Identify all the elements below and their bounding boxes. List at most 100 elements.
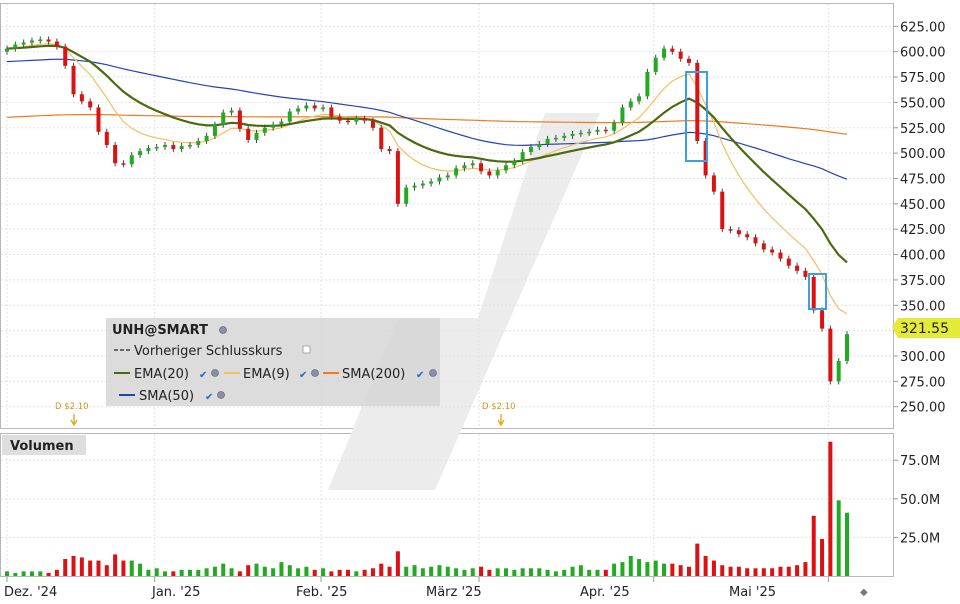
volume-bar	[121, 560, 126, 576]
candle-body	[196, 140, 201, 145]
volume-bar	[562, 569, 567, 576]
candle-body	[146, 148, 151, 152]
date-tick-label: Feb. '25	[296, 585, 347, 600]
dividend-label: D $2.10	[55, 402, 89, 412]
price-tick-label: 400.00	[900, 249, 946, 264]
volume-bar	[836, 500, 841, 576]
candle-body	[54, 41, 59, 47]
volume-bar	[803, 562, 808, 576]
volume-tick-label: 75.0M	[900, 454, 940, 469]
volume-bar	[370, 568, 375, 576]
candle-body	[221, 112, 226, 125]
price-tick-label: 550.00	[900, 96, 946, 111]
volume-bar	[637, 559, 642, 576]
price-tick-label: 575.00	[900, 71, 946, 86]
volume-bar	[778, 566, 783, 576]
candle-body	[262, 127, 267, 133]
price-tick-label: 250.00	[900, 401, 946, 416]
settings-icon[interactable]	[217, 391, 225, 399]
check-icon[interactable]: ✔	[205, 392, 213, 403]
price-tick-label: 600.00	[900, 46, 946, 61]
stock-chart: 625.00 600.00 575.00 550.00 525.00 500.00 475.…	[0, 3, 960, 600]
volume-bar	[329, 571, 334, 576]
volume-bar	[138, 563, 143, 576]
volume-bar	[187, 569, 192, 576]
candle-body	[5, 48, 9, 52]
volume-bar	[420, 568, 425, 576]
toggle-icon[interactable]	[302, 345, 311, 354]
candle-body	[437, 177, 442, 182]
candle-body	[279, 121, 284, 125]
candle-body	[287, 111, 292, 122]
volume-bar	[653, 560, 658, 576]
volume-bar	[246, 565, 251, 576]
candle-body	[778, 252, 783, 259]
candle-body	[711, 175, 716, 192]
candle-body	[179, 146, 184, 150]
volume-tick-label: 50.0M	[900, 493, 940, 508]
candle-body	[528, 147, 533, 153]
scroll-right-icon[interactable]: ◆	[860, 587, 868, 598]
volume-bar	[528, 568, 533, 576]
candle-body	[129, 155, 134, 165]
settings-icon[interactable]	[211, 369, 219, 377]
candle-body	[312, 105, 317, 109]
check-icon[interactable]: ✔	[299, 370, 307, 381]
candle-body	[412, 185, 417, 188]
volume-bar	[545, 569, 550, 576]
volume-bar	[104, 565, 109, 576]
candle-body	[395, 151, 400, 204]
check-icon[interactable]: ✔	[199, 370, 207, 381]
candle-body	[121, 163, 126, 165]
candle-body	[79, 94, 84, 102]
volume-bar	[761, 568, 766, 576]
candle-body	[187, 144, 192, 147]
volume-bar	[695, 543, 700, 576]
candle-body	[686, 58, 691, 63]
indicator-legend[interactable]: UNH@SMART Vorheriger Schlusskurs EMA(20)…	[106, 318, 440, 406]
price-axis: 625.00 600.00 575.00 550.00 525.00 500.00 475.…	[893, 20, 946, 416]
volume-bar	[154, 568, 159, 576]
volume-bar	[171, 571, 176, 576]
volume-bar	[595, 569, 600, 576]
prev-close-label: Vorheriger Schlusskurs	[134, 344, 283, 359]
volume-bar	[13, 572, 18, 576]
volume-bar	[820, 538, 825, 576]
candle-body	[695, 62, 700, 141]
volume-bar	[828, 441, 833, 576]
volume-bar	[445, 566, 450, 576]
last-price-tag: 321.55	[892, 318, 960, 338]
candle-body	[212, 124, 217, 136]
volume-bar	[362, 569, 367, 576]
check-icon[interactable]: ✔	[416, 370, 424, 381]
candle-body	[770, 249, 775, 253]
settings-icon[interactable]	[429, 369, 437, 377]
candle-body	[379, 127, 384, 150]
volume-bar	[811, 515, 816, 576]
date-tick-label: März '25	[426, 585, 482, 600]
volume-bar	[437, 565, 442, 576]
candle-body	[337, 116, 342, 121]
date-tick-label: Dez. '24	[4, 585, 57, 600]
candle-body	[229, 110, 234, 113]
price-tick-label: 450.00	[900, 198, 946, 213]
candle-body	[420, 183, 425, 186]
date-tick-label: Mai '25	[729, 585, 776, 600]
price-tick-label: 300.00	[900, 350, 946, 365]
volume-bar	[495, 568, 500, 576]
settings-icon[interactable]	[311, 369, 319, 377]
volume-bar	[63, 559, 68, 576]
ema9-label: EMA(9)	[243, 367, 290, 382]
candle-body	[570, 133, 575, 136]
candle-body	[13, 44, 18, 49]
candle-body	[753, 237, 758, 244]
candle-body	[29, 40, 34, 43]
volume-bar	[470, 568, 475, 576]
candle-body	[795, 265, 800, 271]
candle-body	[736, 230, 741, 235]
volume-title: Volumen	[2, 435, 86, 455]
volume-bar	[354, 571, 359, 576]
candle-body	[296, 108, 301, 112]
volume-bar	[786, 566, 791, 576]
settings-icon[interactable]	[219, 326, 227, 334]
